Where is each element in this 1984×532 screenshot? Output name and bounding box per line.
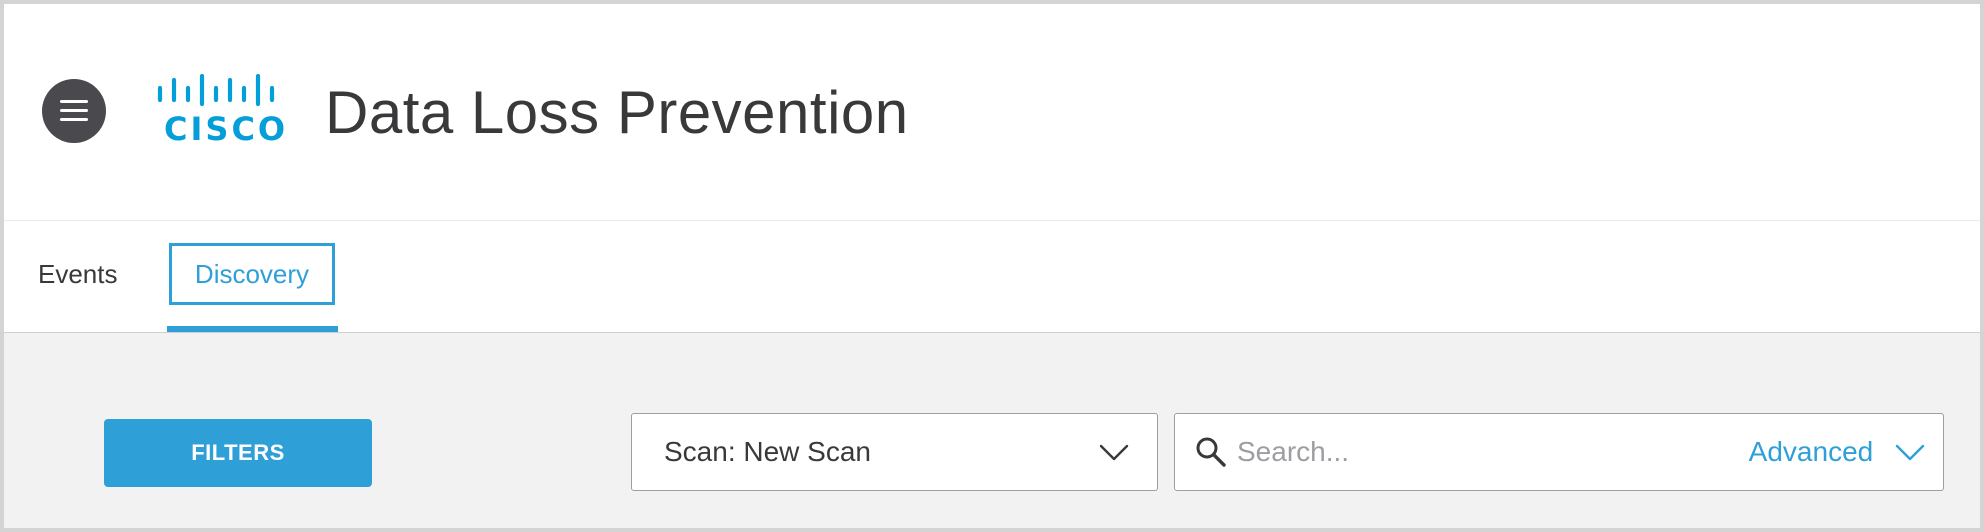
hamburger-menu-button[interactable] [42,79,106,143]
active-tab-indicator [167,326,338,332]
tab-events[interactable]: Events [38,243,118,305]
scan-select-dropdown[interactable]: Scan: New Scan [631,413,1158,491]
page-title: Data Loss Prevention [325,79,909,146]
tab-discovery[interactable]: Discovery [169,243,335,305]
cisco-wordmark: CISCO [164,110,289,148]
tab-bar: Events Discovery [4,221,1980,333]
advanced-search-label: Advanced [1748,436,1874,467]
search-box: Advanced [1174,413,1944,491]
filter-toolbar: FILTERS Scan: New Scan Advanced [4,333,1980,528]
scan-select-value: Scan: New Scan [664,436,871,467]
chevron-down-icon [1099,444,1129,461]
app-window: CISCO Data Loss Prevention Events Discov… [0,0,1984,532]
search-icon [1196,437,1226,467]
cisco-bridge-icon [157,73,275,107]
filters-button[interactable]: FILTERS [104,419,372,487]
advanced-search-toggle[interactable]: Advanced [1749,414,1925,490]
cisco-logo: CISCO [154,73,285,148]
search-input[interactable] [1237,428,1717,476]
app-header: CISCO Data Loss Prevention [4,4,1980,221]
chevron-down-icon [1895,444,1925,460]
